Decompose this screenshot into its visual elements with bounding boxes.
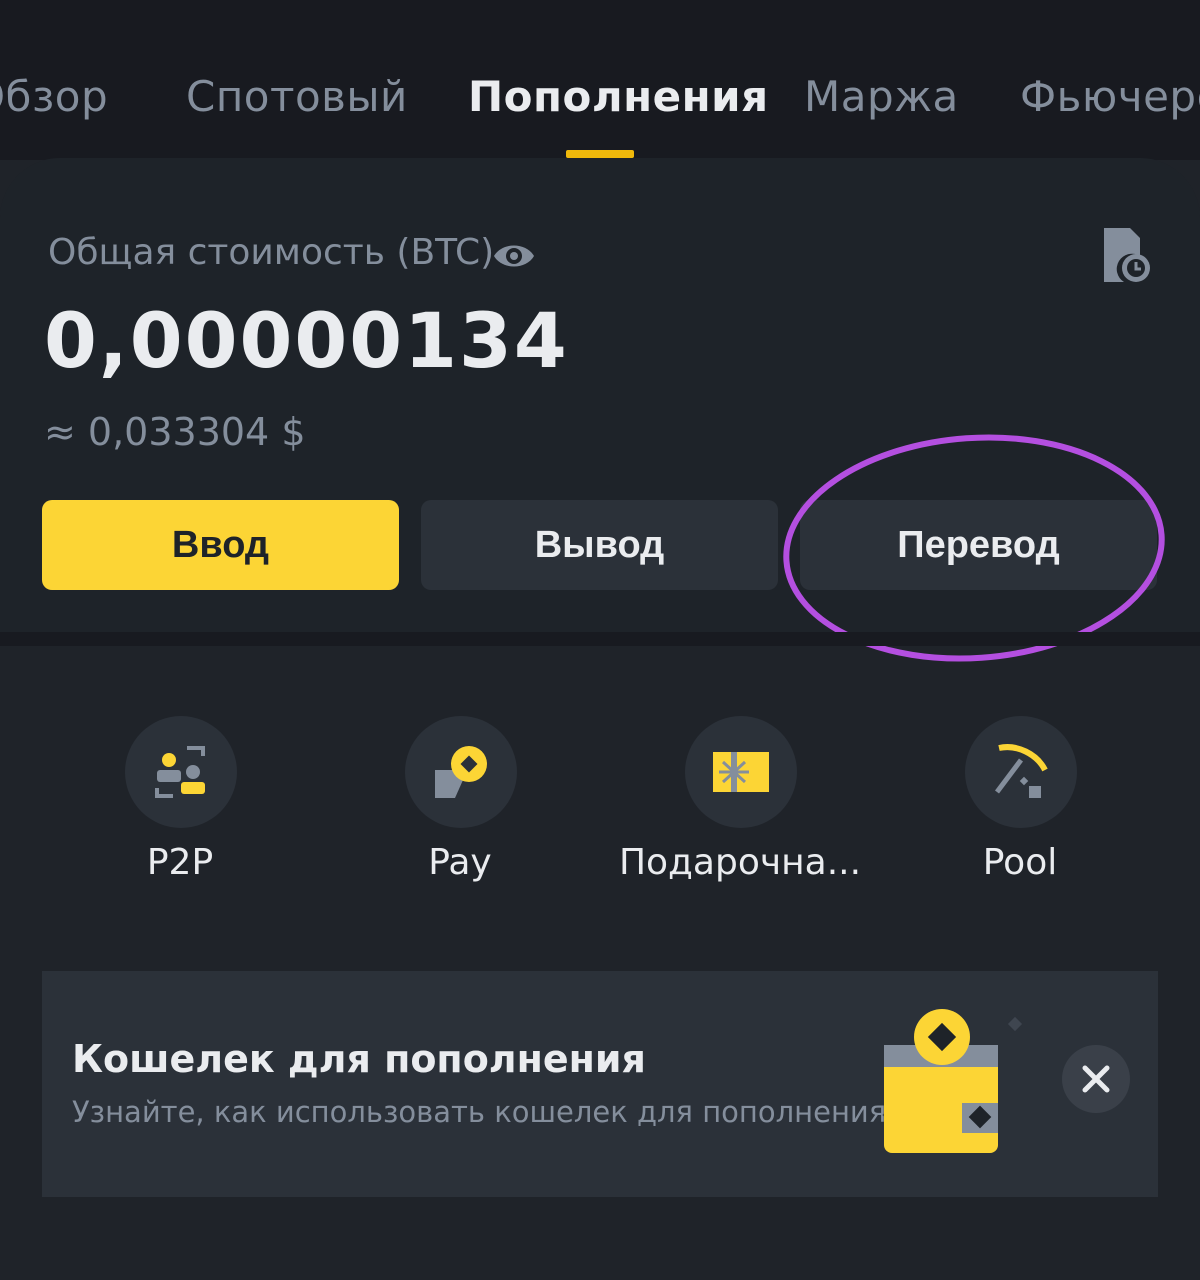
pool-icon-circle [965,716,1077,828]
quick-action-pay[interactable]: Pay [330,716,590,896]
total-value-label: Общая стоимость (BTC) [48,232,495,273]
section-divider [0,632,1200,646]
quick-action-label: Подарочна... [618,842,862,883]
history-icon[interactable] [1100,226,1152,284]
total-balance-value: 0,00000134 [44,296,569,385]
quick-action-label: P2P [146,842,214,883]
quick-action-label: Pay [428,842,492,883]
tab-funding[interactable]: Пополнения [468,72,769,121]
pool-icon [995,744,1048,798]
close-icon [1082,1065,1110,1093]
bottom-background [0,1197,1200,1280]
withdraw-button[interactable]: Вывод [421,500,778,590]
gift-card-icon [713,752,769,792]
p2p-icon-circle [125,716,237,828]
active-tab-indicator [566,150,634,158]
gift-card-icon-circle [685,716,797,828]
banner-title: Кошелек для пополнения [72,1037,646,1081]
tab-margin[interactable]: Маржа [804,72,959,121]
pay-icon [435,746,487,798]
close-banner-button[interactable] [1062,1045,1130,1113]
usd-equivalent-value: ≈ 0,033304 $ [44,410,306,454]
deposit-button[interactable]: Ввод [42,500,399,590]
tab-overview[interactable]: Обзор [0,72,108,121]
p2p-icon [155,746,205,798]
eye-icon[interactable] [492,236,536,276]
pay-icon-circle [405,716,517,828]
quick-action-p2p[interactable]: P2P [50,716,310,896]
banner-subtitle: Узнайте, как использовать кошелек для по… [72,1095,884,1129]
funding-wallet-screen: Обзор Спотовый Пополнения Маржа Фьючерсы… [0,0,1200,1280]
quick-action-label: Pool [982,842,1058,883]
tab-spot[interactable]: Спотовый [186,72,408,121]
quick-action-gift-card[interactable]: Подарочна... [610,716,870,896]
transfer-button[interactable]: Перевод [800,500,1157,590]
tab-futures[interactable]: Фьючерсы [1020,72,1200,121]
funding-wallet-promo-banner[interactable]: Кошелек для пополнения Узнайте, как испо… [42,971,1158,1197]
wallet-illustration-icon [882,1009,1023,1153]
wallet-tab-bar: Обзор Спотовый Пополнения Маржа Фьючерсы [0,0,1200,160]
quick-action-pool[interactable]: Pool [890,716,1150,896]
